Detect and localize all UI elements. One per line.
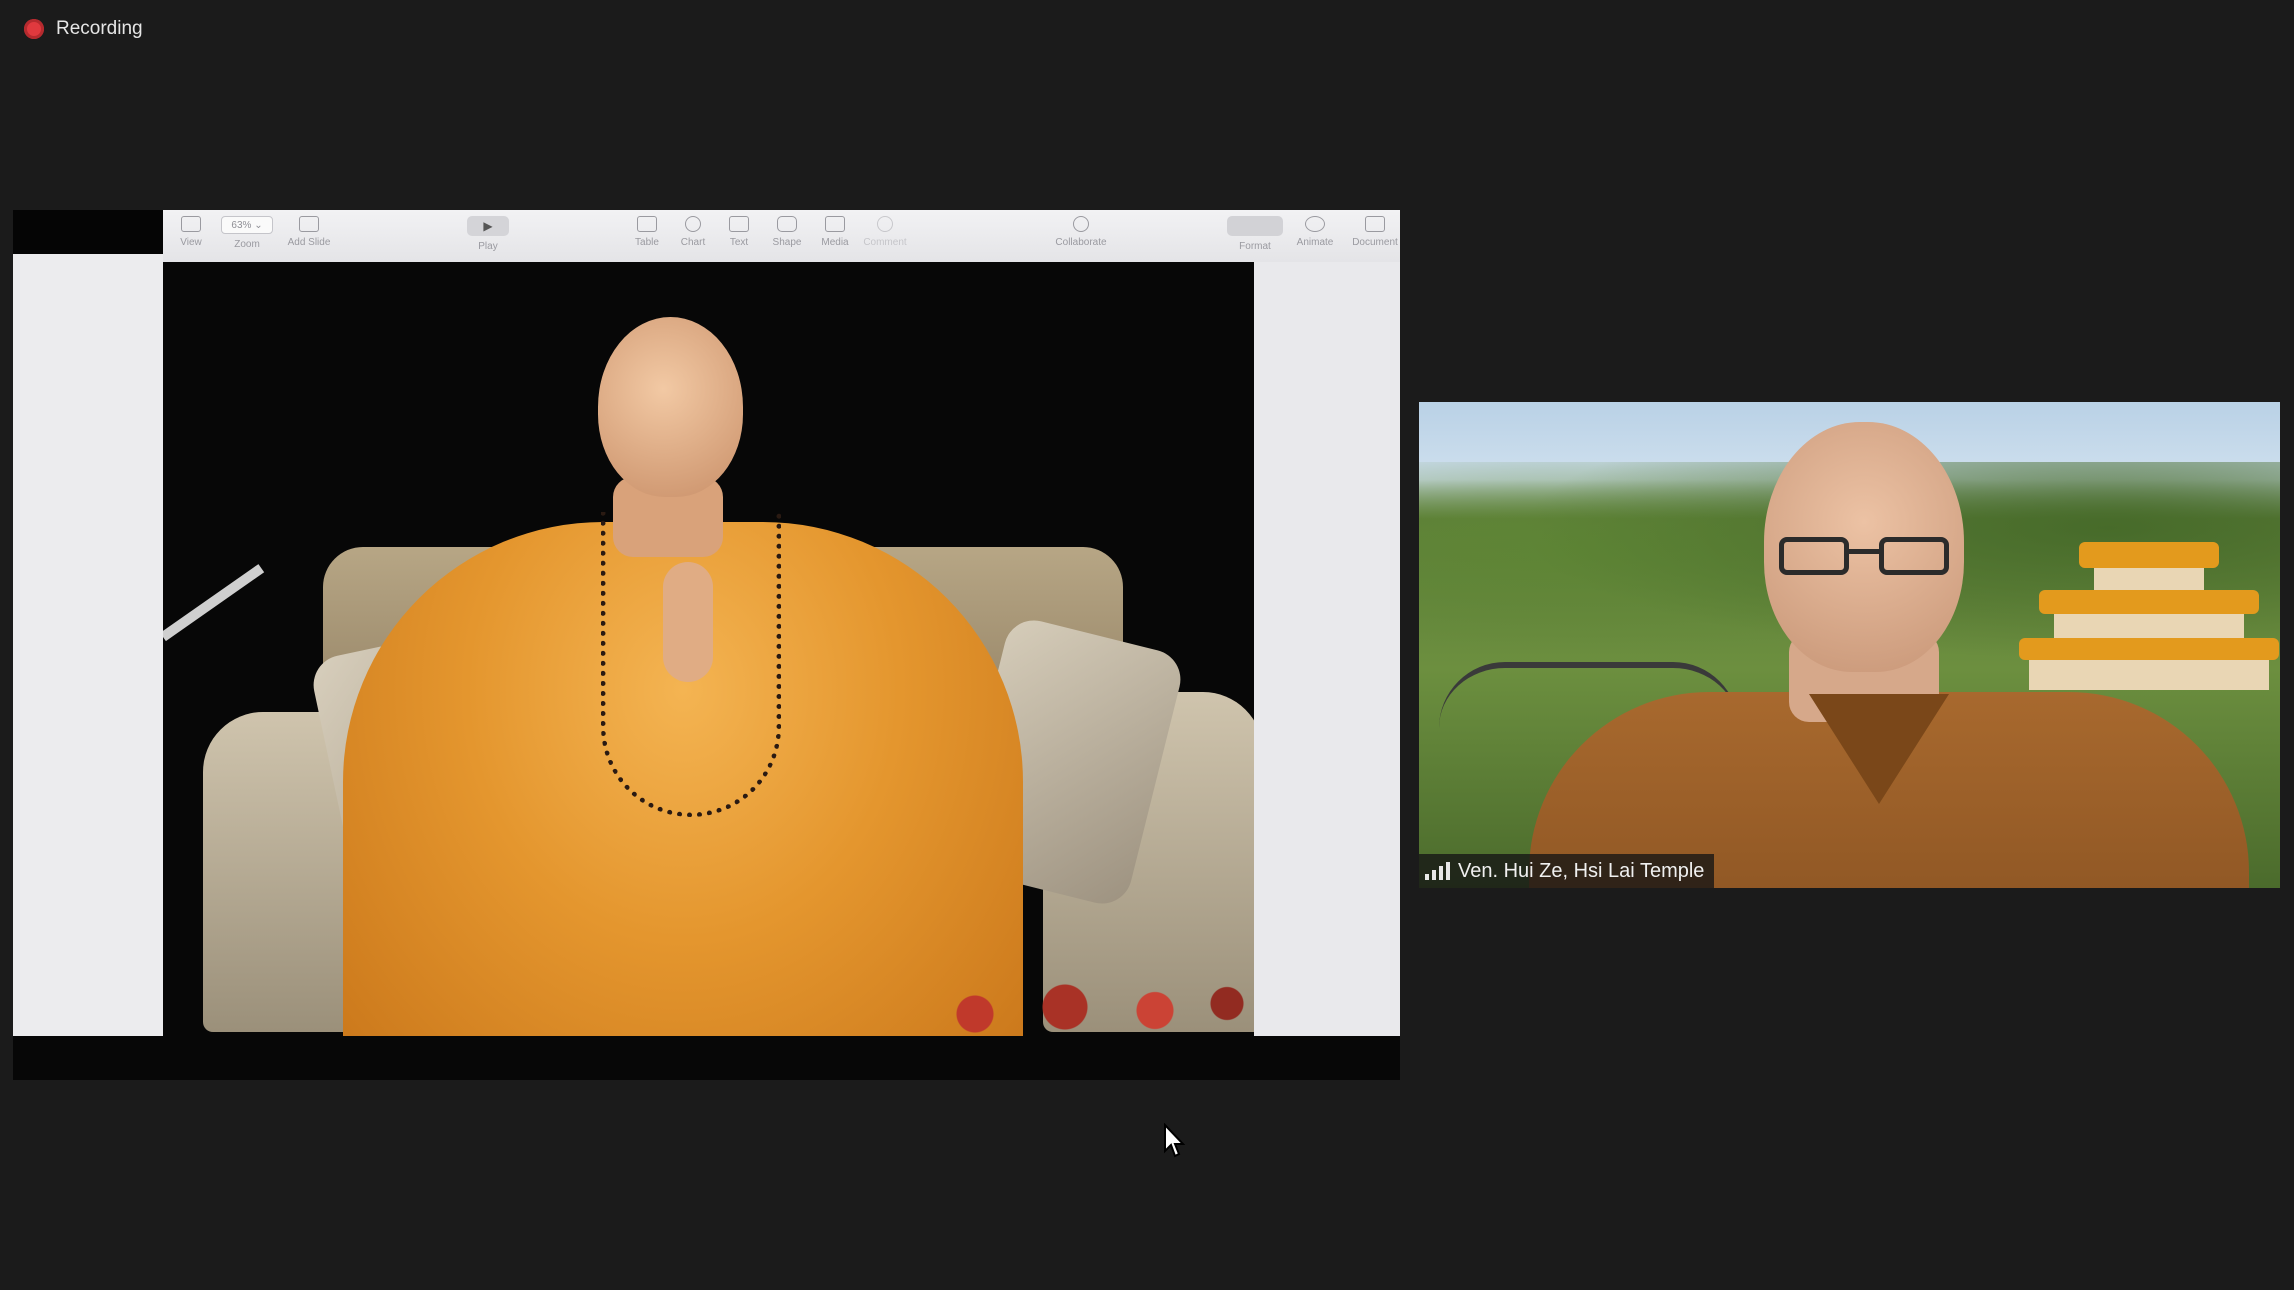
sidebar-icon xyxy=(181,216,201,232)
toolbar-play[interactable]: ▶ Play xyxy=(460,216,516,252)
add-slide-icon xyxy=(299,216,319,232)
chart-icon xyxy=(685,216,701,232)
glasses xyxy=(1779,537,1949,577)
recording-indicator[interactable]: Recording xyxy=(24,18,143,40)
slide-canvas xyxy=(163,262,1400,1036)
animate-icon xyxy=(1305,216,1325,232)
keynote-toolbar: View 63% ⌄ Zoom Add Slide ▶ Play Table C… xyxy=(163,210,1400,263)
toolbar-collaborate[interactable]: Collaborate xyxy=(1053,216,1109,248)
collaborate-icon xyxy=(1073,216,1089,232)
recording-label: Recording xyxy=(56,18,143,39)
toolbar-comment[interactable]: Comment xyxy=(857,216,913,248)
text-icon xyxy=(729,216,749,232)
toolbar-view[interactable]: View xyxy=(163,216,219,248)
slide-photo xyxy=(163,262,1254,1036)
format-brush-icon xyxy=(1227,216,1283,236)
participant-name-tag: Ven. Hui Ze, Hsi Lai Temple xyxy=(1419,854,1715,888)
toolbar-document[interactable]: Document xyxy=(1347,216,1403,248)
signal-strength-icon xyxy=(1425,862,1450,880)
mouse-cursor-icon xyxy=(1164,1123,1186,1158)
play-icon: ▶ xyxy=(467,216,509,236)
toolbar-animate[interactable]: Animate xyxy=(1287,216,1343,248)
record-icon xyxy=(24,19,44,39)
toolbar-zoom[interactable]: 63% ⌄ Zoom xyxy=(219,216,275,250)
slide-navigator-pane xyxy=(13,254,163,1036)
participant-name: Ven. Hui Ze, Hsi Lai Temple xyxy=(1458,859,1705,882)
folded-hands xyxy=(663,562,713,682)
shape-icon xyxy=(777,216,797,232)
table-icon xyxy=(637,216,657,232)
comment-icon xyxy=(877,216,893,232)
document-icon xyxy=(1365,216,1385,232)
toolbar-add-slide[interactable]: Add Slide xyxy=(281,216,337,248)
toolbar-media[interactable]: Media xyxy=(807,216,863,248)
monk-head xyxy=(598,317,743,497)
shared-screen: View 63% ⌄ Zoom Add Slide ▶ Play Table C… xyxy=(13,210,1400,1080)
participant-video[interactable]: Ven. Hui Ze, Hsi Lai Temple xyxy=(1419,402,2280,888)
microphone-stand xyxy=(163,564,265,642)
toolbar-format[interactable]: Format xyxy=(1227,216,1283,252)
flowers xyxy=(903,972,1254,1036)
keynote-window: View 63% ⌄ Zoom Add Slide ▶ Play Table C… xyxy=(13,210,1400,1036)
media-icon xyxy=(825,216,845,232)
temple-background xyxy=(2019,522,2279,702)
zoom-select[interactable]: 63% ⌄ xyxy=(221,216,273,234)
